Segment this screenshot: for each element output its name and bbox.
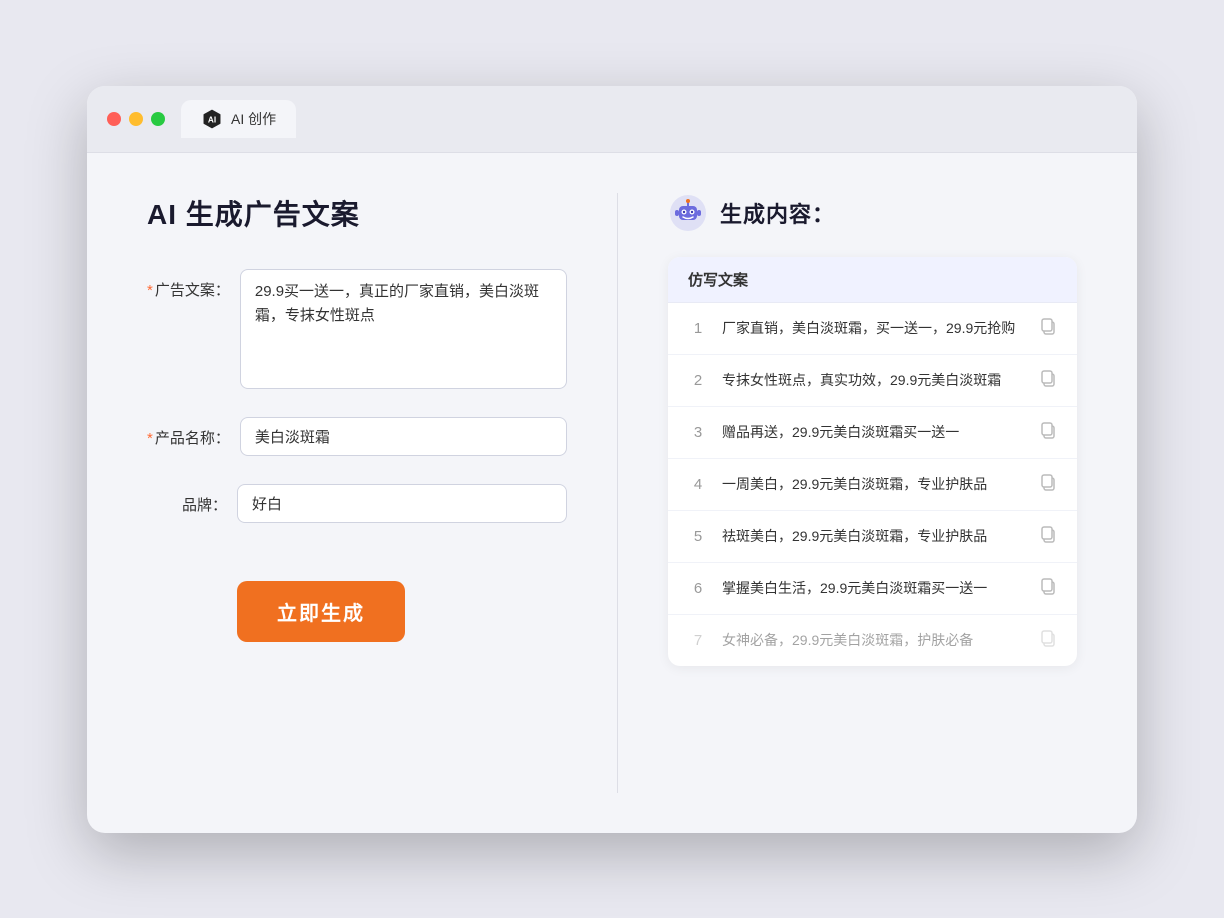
- product-name-group: *产品名称： 美白淡斑霜: [147, 417, 567, 456]
- robot-icon: [668, 193, 708, 233]
- result-table: 仿写文案 1 厂家直销，美白淡斑霜，买一送一，29.9元抢购 2 专抹女性斑点，真实…: [668, 257, 1077, 666]
- minimize-button[interactable]: [129, 112, 143, 126]
- copy-icon[interactable]: [1039, 473, 1057, 496]
- result-header: 生成内容：: [668, 193, 1077, 233]
- result-title: 生成内容：: [720, 197, 835, 229]
- row-text: 祛斑美白，29.9元美白淡斑霜，专业护肤品: [722, 526, 1025, 547]
- copy-icon[interactable]: [1039, 369, 1057, 392]
- table-row: 4 一周美白，29.9元美白淡斑霜，专业护肤品: [668, 459, 1077, 511]
- ad-copy-label: *广告文案：: [147, 269, 240, 300]
- generate-button[interactable]: 立即生成: [237, 581, 405, 642]
- right-panel: 生成内容： 仿写文案 1 厂家直销，美白淡斑霜，买一送一，29.9元抢购 2 专抹女…: [668, 193, 1077, 793]
- copy-icon[interactable]: [1039, 317, 1057, 340]
- table-row: 5 祛斑美白，29.9元美白淡斑霜，专业护肤品: [668, 511, 1077, 563]
- row-number: 7: [688, 632, 708, 649]
- traffic-lights: [107, 112, 165, 126]
- product-name-input[interactable]: 美白淡斑霜: [240, 417, 567, 456]
- main-content: AI 生成广告文案 *广告文案： 29.9买一送一，真正的厂家直销，美白淡斑霜，…: [87, 153, 1137, 833]
- row-number: 2: [688, 372, 708, 389]
- left-panel: AI 生成广告文案 *广告文案： 29.9买一送一，真正的厂家直销，美白淡斑霜，…: [147, 193, 567, 793]
- product-name-label: *产品名称：: [147, 417, 240, 448]
- row-text: 厂家直销，美白淡斑霜，买一送一，29.9元抢购: [722, 318, 1025, 339]
- row-text: 掌握美白生活，29.9元美白淡斑霜买一送一: [722, 578, 1025, 599]
- row-text: 赠品再送，29.9元美白淡斑霜买一送一: [722, 422, 1025, 443]
- browser-window: AI AI 创作 AI 生成广告文案 *广告文案： 29.9买一送一，真正的厂家…: [87, 86, 1137, 833]
- copy-icon[interactable]: [1039, 525, 1057, 548]
- close-button[interactable]: [107, 112, 121, 126]
- ai-tab[interactable]: AI AI 创作: [181, 100, 296, 138]
- row-text: 专抹女性斑点，真实功效，29.9元美白淡斑霜: [722, 370, 1025, 391]
- row-number: 5: [688, 528, 708, 545]
- page-title: AI 生成广告文案: [147, 193, 567, 233]
- table-row: 3 赠品再送，29.9元美白淡斑霜买一送一: [668, 407, 1077, 459]
- result-rows-container: 1 厂家直销，美白淡斑霜，买一送一，29.9元抢购 2 专抹女性斑点，真实功效，29…: [668, 303, 1077, 666]
- result-table-header: 仿写文案: [668, 257, 1077, 303]
- required-star-2: *: [147, 430, 153, 447]
- row-number: 3: [688, 424, 708, 441]
- row-number: 1: [688, 320, 708, 337]
- copy-icon[interactable]: [1039, 421, 1057, 444]
- svg-text:AI: AI: [208, 115, 216, 124]
- brand-group: 品牌： 好白: [147, 484, 567, 523]
- table-row: 6 掌握美白生活，29.9元美白淡斑霜买一送一: [668, 563, 1077, 615]
- brand-input[interactable]: 好白: [237, 484, 567, 523]
- required-star-1: *: [147, 282, 153, 299]
- copy-icon[interactable]: [1039, 629, 1057, 652]
- row-number: 4: [688, 476, 708, 493]
- brand-label: 品牌：: [147, 484, 237, 515]
- maximize-button[interactable]: [151, 112, 165, 126]
- ad-copy-input[interactable]: 29.9买一送一，真正的厂家直销，美白淡斑霜，专抹女性斑点: [240, 269, 567, 389]
- tab-label: AI 创作: [231, 109, 276, 129]
- copy-icon[interactable]: [1039, 577, 1057, 600]
- ad-copy-group: *广告文案： 29.9买一送一，真正的厂家直销，美白淡斑霜，专抹女性斑点: [147, 269, 567, 389]
- vertical-divider: [617, 193, 618, 793]
- row-text: 一周美白，29.9元美白淡斑霜，专业护肤品: [722, 474, 1025, 495]
- table-row: 7 女神必备，29.9元美白淡斑霜，护肤必备: [668, 615, 1077, 666]
- table-row: 2 专抹女性斑点，真实功效，29.9元美白淡斑霜: [668, 355, 1077, 407]
- table-row: 1 厂家直销，美白淡斑霜，买一送一，29.9元抢购: [668, 303, 1077, 355]
- titlebar: AI AI 创作: [87, 86, 1137, 153]
- ai-tab-icon: AI: [201, 108, 223, 130]
- row-number: 6: [688, 580, 708, 597]
- row-text: 女神必备，29.9元美白淡斑霜，护肤必备: [722, 630, 1025, 651]
